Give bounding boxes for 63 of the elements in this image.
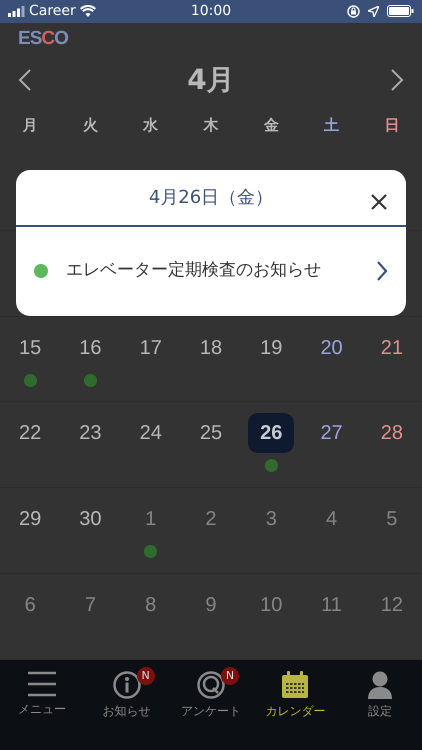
carrier-name: Career [29, 2, 76, 21]
chevron-left-icon [18, 68, 32, 92]
event-list-item[interactable]: エレベーター定期検査のお知らせ [16, 227, 406, 314]
calendar-day[interactable]: 1 [124, 499, 177, 568]
wifi-icon [80, 5, 96, 18]
tab-bar-item[interactable]: N アンケート [168, 670, 254, 730]
month-title: 4月 [187, 62, 235, 98]
close-icon [370, 192, 388, 211]
calendar-day[interactable]: 15 [4, 328, 56, 396]
dialog-title: 4月26日（金） [148, 186, 274, 210]
weekday-label: 金 [264, 116, 279, 134]
calendar-day[interactable]: 22 [4, 413, 56, 482]
calendar-day[interactable]: 23 [64, 413, 116, 482]
next-month-button[interactable] [390, 68, 404, 92]
calendar-day[interactable]: 16 [64, 328, 116, 396]
calendar-day[interactable]: 17 [124, 328, 177, 396]
calendar-day[interactable]: 6 [4, 585, 56, 654]
tab-bar-item[interactable]: メニュー [0, 670, 84, 730]
notification-badge: N [136, 667, 155, 686]
calendar-day[interactable]: 3 [245, 499, 298, 568]
calendar-day[interactable]: 5 [366, 499, 418, 568]
survey-icon [196, 670, 226, 700]
calendar-day[interactable]: 27 [306, 413, 358, 482]
calendar-day[interactable]: 24 [124, 413, 177, 482]
calendar-day[interactable]: 29 [4, 499, 56, 568]
weekday-label: 水 [143, 116, 158, 134]
chevron-right-icon [390, 68, 404, 92]
calendar-day[interactable]: 19 [245, 328, 298, 396]
calendar-day[interactable]: 12 [366, 585, 418, 654]
menu-icon [27, 670, 58, 698]
calendar-day[interactable]: 11 [306, 585, 358, 654]
calendar-day[interactable]: 21 [366, 328, 418, 396]
calendar-day[interactable]: 9 [184, 585, 237, 654]
calendar-day[interactable]: 18 [184, 328, 237, 396]
weekday-label: 木 [203, 116, 218, 134]
chevron-right-icon [376, 260, 388, 282]
weekday-label: 日 [384, 116, 400, 134]
weekday-label: 土 [324, 116, 340, 134]
calendar-day[interactable]: 8 [124, 585, 177, 654]
calendar-day[interactable]: 7 [64, 585, 116, 654]
info-icon [112, 670, 142, 700]
location-icon [368, 6, 380, 17]
calendar-day[interactable]: 4 [306, 499, 358, 568]
event-title: エレベーター定期検査のお知らせ [66, 258, 322, 282]
previous-month-button[interactable] [18, 68, 32, 92]
calendar-icon [280, 670, 310, 700]
calendar-day[interactable]: 25 [184, 413, 237, 482]
calendar-day[interactable]: 10 [245, 585, 298, 654]
battery-icon [387, 5, 414, 18]
status-time: 10:00 [190, 2, 232, 21]
weekday-label: 月 [22, 116, 38, 134]
calendar-day[interactable]: 30 [64, 499, 116, 568]
notification-badge: N [220, 667, 239, 686]
logo-text: ESCO [18, 26, 68, 51]
tab-bar-item[interactable]: 設定 [338, 670, 422, 730]
calendar-day[interactable]: 28 [366, 413, 418, 482]
calendar-day[interactable]: 20 [306, 328, 358, 396]
calendar-day[interactable]: 2 [184, 499, 237, 568]
weekday-label: 火 [82, 116, 98, 134]
rotation-lock-icon [347, 4, 360, 18]
tab-bar-item[interactable]: カレンダー [253, 670, 338, 730]
tab-bar-item[interactable]: N お知らせ [84, 670, 169, 730]
signal-icon [8, 6, 25, 17]
